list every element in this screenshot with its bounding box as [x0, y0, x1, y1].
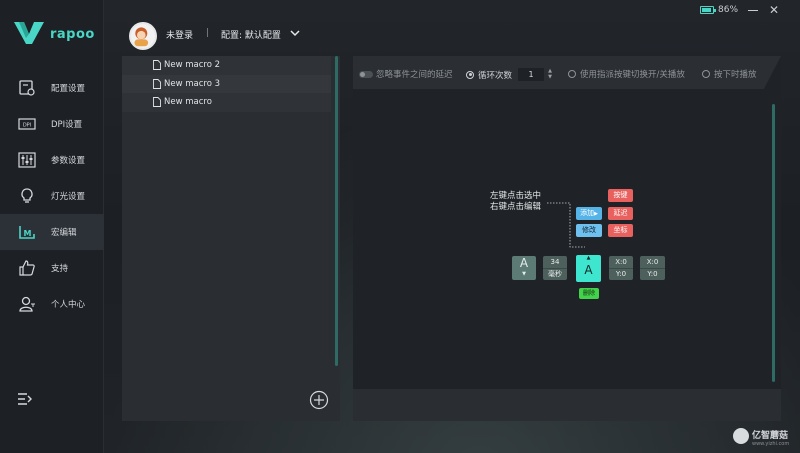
editor-toolbar: 忽略事件之间的延迟 循环次数 1 ▲ ▼ 使用指派按键切换开/关播放 按下时播放	[353, 56, 781, 89]
sliders-icon	[18, 151, 36, 169]
watermark-url: www.yizhi.com	[752, 441, 790, 447]
user-icon	[18, 295, 36, 313]
key-block-selected[interactable]: ▲ A	[576, 255, 601, 282]
minimize-button[interactable]	[748, 10, 758, 11]
sidebar: rapoo 配置设置 DPI DPI设置 参数设置 灯光设置 M 宏编辑 支持 …	[0, 0, 104, 453]
macro-list-panel: New macro 2 New macro 3 New macro	[122, 56, 340, 421]
sidebar-item-label: 宏编辑	[51, 228, 77, 238]
toggle-switch[interactable]	[359, 70, 373, 78]
separator: |	[206, 28, 210, 38]
macro-name: New macro	[164, 97, 212, 108]
coord-x: X:0	[646, 258, 659, 266]
hint-line-select: 左键点击选中	[490, 191, 542, 201]
macro-list-item[interactable]: New macro 3	[122, 74, 331, 93]
sidebar-item-config[interactable]: 配置设置	[0, 70, 104, 106]
editor-bottom-bar	[353, 389, 781, 421]
delay-unit: 毫秒	[543, 268, 567, 280]
loop-count-radio[interactable]	[466, 70, 474, 79]
toggle-play-option[interactable]: 使用指派按键切换开/关播放	[568, 68, 685, 80]
sidebar-item-lighting[interactable]: 灯光设置	[0, 178, 104, 214]
sidebar-item-label: 个人中心	[51, 300, 86, 310]
avatar-face-icon	[134, 27, 149, 47]
coord-block[interactable]: X:0 Y:0	[609, 256, 633, 280]
sidebar-item-dpi[interactable]: DPI DPI设置	[0, 106, 104, 142]
delete-button[interactable]: 删除	[579, 288, 599, 299]
sidebar-item-params[interactable]: 参数设置	[0, 142, 104, 178]
svg-text:M: M	[24, 229, 32, 238]
loop-count-label: 循环次数	[478, 70, 513, 81]
dpi-icon: DPI	[18, 115, 36, 133]
macro-list-item[interactable]: New macro 2	[122, 56, 331, 75]
sidebar-item-label: 灯光设置	[51, 192, 86, 202]
ignore-delay-toggle[interactable]: 忽略事件之间的延迟	[359, 68, 453, 80]
editor-scrollbar[interactable]	[772, 104, 775, 382]
ignore-delay-label: 忽略事件之间的延迟	[376, 70, 453, 80]
coord-button[interactable]: 坐标	[608, 224, 633, 237]
hint-line-edit: 右键点击编辑	[490, 202, 542, 212]
sidebar-item-label: 配置设置	[51, 84, 86, 94]
coord-y: Y:0	[640, 268, 665, 280]
config-selector[interactable]: 配置: 默认配置	[221, 28, 281, 41]
hold-play-label: 按下时播放	[714, 70, 757, 80]
add-button[interactable]: 添加▶	[576, 207, 602, 220]
chevron-down-icon[interactable]	[290, 29, 300, 37]
svg-text:DPI: DPI	[23, 123, 31, 129]
collapse-menu-icon[interactable]	[17, 392, 33, 406]
macro-name: New macro 2	[164, 60, 221, 71]
sidebar-item-support[interactable]: 支持	[0, 250, 104, 286]
document-icon	[153, 97, 161, 107]
triangle-right-icon: ▶	[594, 211, 598, 217]
loop-count-value: 1	[528, 70, 534, 79]
toggle-play-label: 使用指派按键切换开/关播放	[580, 70, 685, 80]
macro-icon: M	[18, 223, 36, 241]
macro-name: New macro 3	[164, 78, 221, 89]
macro-list-scrollbar[interactable]	[335, 56, 338, 366]
delay-value: 34	[550, 258, 560, 266]
sidebar-item-profile[interactable]: 个人中心	[0, 286, 104, 322]
sidebar-nav: 配置设置 DPI DPI设置 参数设置 灯光设置 M 宏编辑 支持 个人中心	[0, 70, 104, 322]
watermark-logo-icon	[733, 428, 749, 444]
config-icon	[18, 79, 36, 97]
loop-count-option[interactable]: 循环次数 1 ▲ ▼	[466, 68, 552, 81]
top-bar: 未登录 | 配置: 默认配置 86% ✕	[104, 0, 800, 62]
document-icon	[153, 60, 161, 70]
add-button-label: 添加	[580, 209, 595, 217]
key-block[interactable]: A ▼	[512, 256, 536, 280]
arrow-up-icon: ▲	[586, 255, 591, 261]
hold-play-radio[interactable]	[702, 70, 710, 78]
key-button[interactable]: 按键	[608, 189, 633, 202]
loop-count-stepper[interactable]: ▲ ▼	[546, 68, 554, 81]
delay-button[interactable]: 延迟	[608, 207, 633, 220]
edit-hint: 左键点击选中 右键点击编辑	[490, 191, 541, 213]
add-macro-button[interactable]	[309, 390, 329, 410]
sidebar-item-label: 参数设置	[51, 156, 86, 166]
coord-y: Y:0	[609, 268, 633, 280]
close-button[interactable]: ✕	[768, 4, 780, 16]
battery-icon	[700, 6, 716, 14]
thumbs-up-icon	[18, 259, 36, 277]
avatar[interactable]	[129, 22, 157, 50]
sidebar-item-label: 支持	[51, 264, 69, 274]
login-status[interactable]: 未登录	[166, 28, 193, 41]
key-block-label: A	[519, 256, 529, 270]
brand-name: rapoo	[50, 27, 95, 42]
modify-button[interactable]: 修改	[576, 224, 602, 237]
battery-percentage: 86%	[718, 5, 739, 15]
sidebar-item-label: DPI设置	[51, 120, 83, 130]
bulb-icon	[18, 187, 36, 205]
document-icon	[153, 78, 161, 89]
macro-list-item[interactable]: New macro	[122, 93, 331, 112]
delay-block[interactable]: 34 毫秒	[543, 256, 567, 280]
hold-play-option[interactable]: 按下时播放	[702, 68, 757, 80]
key-block-label: A	[584, 263, 593, 277]
toggle-play-radio[interactable]	[568, 70, 576, 78]
watermark-name: 亿智蘑菇	[752, 431, 789, 441]
arrow-down-icon: ▼	[522, 271, 526, 277]
coord-block[interactable]: X:0 Y:0	[640, 256, 665, 280]
sidebar-item-macro[interactable]: M 宏编辑	[0, 214, 104, 250]
loop-count-input[interactable]: 1 ▲ ▼	[518, 68, 552, 81]
coord-x: X:0	[615, 258, 627, 266]
